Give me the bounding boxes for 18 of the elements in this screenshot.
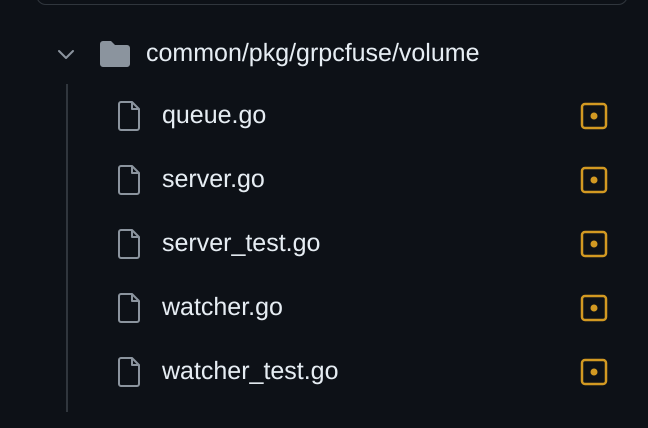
file-row[interactable]: server.go: [0, 148, 648, 212]
file-row[interactable]: watcher.go: [0, 276, 648, 340]
file-name: server.go: [162, 164, 266, 196]
file-icon: [116, 101, 142, 131]
file-icon: [116, 229, 142, 259]
file-name: queue.go: [162, 100, 268, 132]
file-row[interactable]: watcher_test.go: [0, 340, 648, 404]
file-icon: [116, 357, 142, 387]
file-name: watcher_test.go: [162, 356, 340, 388]
folder-name: common/pkg/grpcfuse/volume: [146, 38, 480, 70]
file-name: server_test.go: [162, 228, 322, 260]
folder-row[interactable]: common/pkg/grpcfuse/volume: [0, 34, 648, 74]
file-row[interactable]: queue.go: [0, 84, 648, 148]
file-name: watcher.go: [162, 292, 284, 324]
file-icon: [116, 293, 142, 323]
file-icon: [116, 165, 142, 195]
folder-icon: [98, 40, 132, 68]
file-row[interactable]: server_test.go: [0, 212, 648, 276]
